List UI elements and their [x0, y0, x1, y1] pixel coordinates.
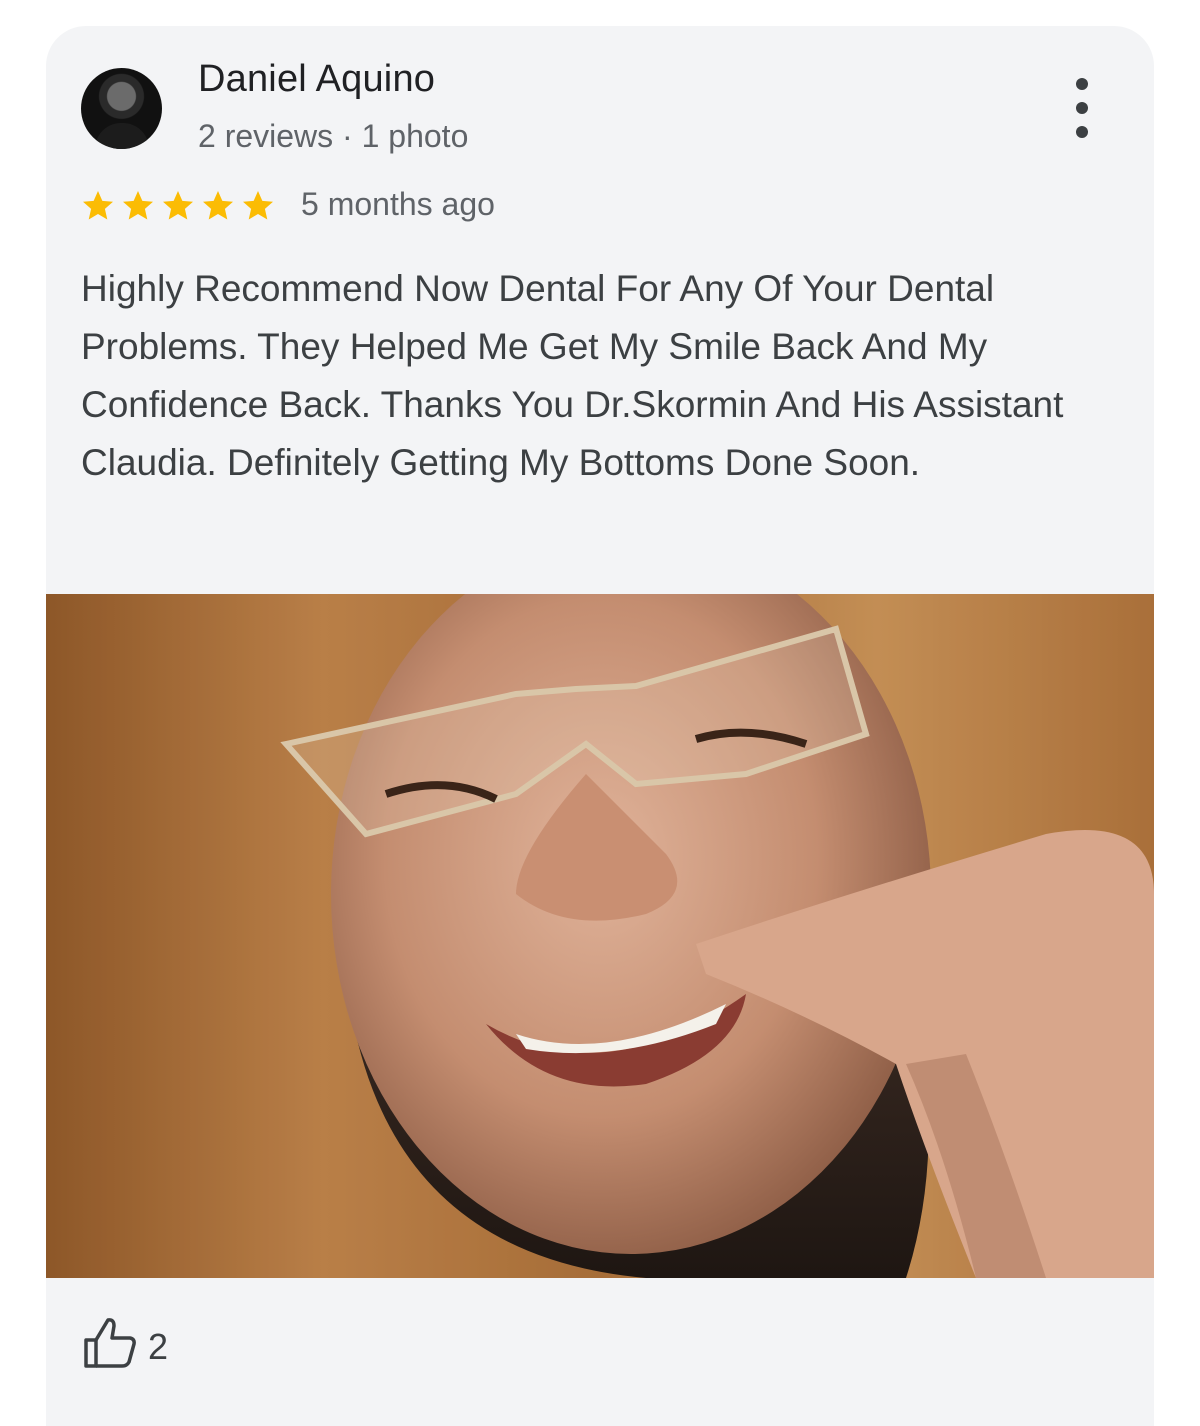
review-text: Highly Recommend Now Dental For Any Of Y… [81, 268, 1064, 483]
reviewer-name[interactable]: Daniel Aquino [198, 58, 435, 101]
more-vert-icon [1076, 78, 1088, 90]
review-time: 5 months ago [301, 186, 495, 222]
reviewer-meta: 2 reviews · 1 photo [198, 118, 469, 154]
star-rating [80, 188, 276, 224]
star-icon [203, 191, 233, 220]
more-vert-icon-dot [1076, 102, 1088, 114]
like-count: 2 [148, 1326, 169, 1367]
more-options-button[interactable] [1064, 78, 1100, 138]
review-card: Daniel Aquino 2 reviews · 1 photo 5 mont… [46, 26, 1154, 1426]
review-photo[interactable] [46, 594, 1154, 1278]
star-icon [163, 191, 193, 220]
star-icon [83, 191, 113, 220]
more-vert-icon-dot [1076, 126, 1088, 138]
star-icon [123, 191, 153, 220]
thumbs-up-icon[interactable] [82, 1316, 138, 1370]
reviewer-avatar[interactable] [81, 68, 162, 149]
avatar-shirt-shape [95, 123, 149, 149]
star-icon [243, 191, 273, 220]
